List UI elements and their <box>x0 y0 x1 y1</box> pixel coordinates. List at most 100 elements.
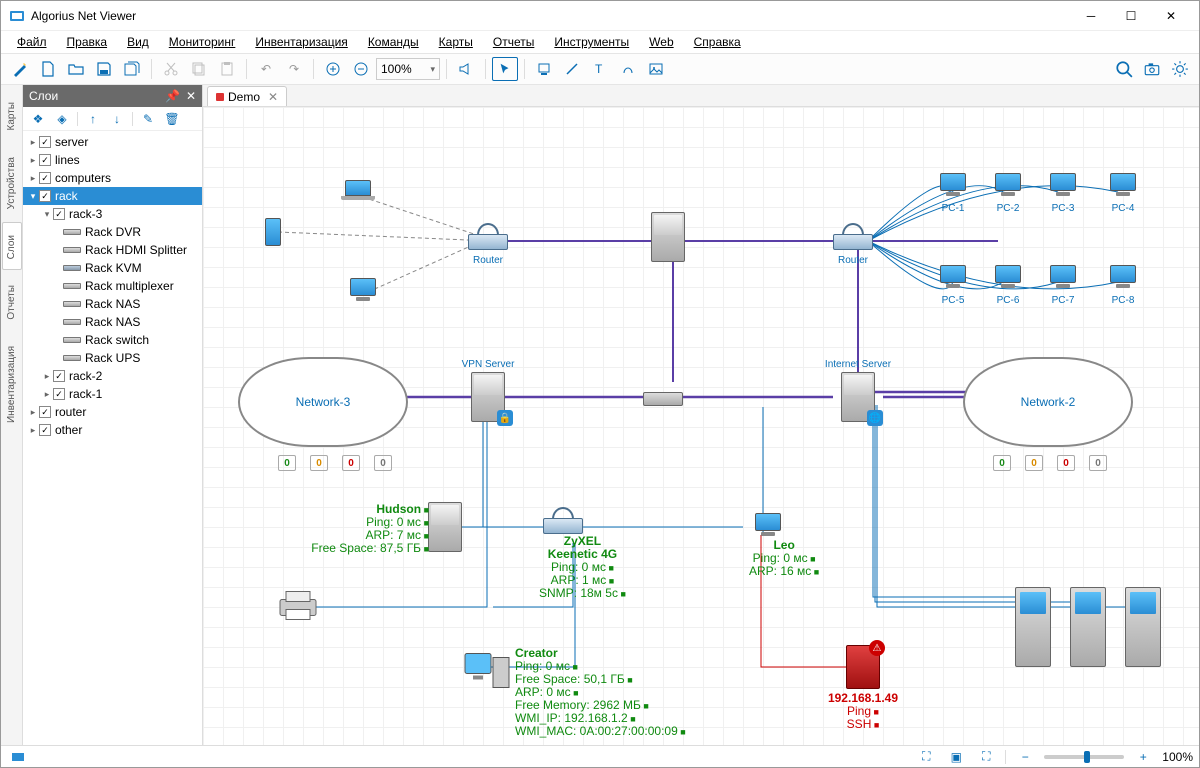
menu-commands[interactable]: Команды <box>360 33 427 51</box>
tree-node-rack3[interactable]: ▾✓rack-3 <box>23 205 202 223</box>
cut-icon[interactable] <box>158 57 184 81</box>
zoomin-icon[interactable] <box>320 57 346 81</box>
saveall-icon[interactable] <box>119 57 145 81</box>
tree-node-server[interactable]: ▸✓server <box>23 133 202 151</box>
cursor-icon[interactable] <box>492 57 518 81</box>
menu-tools[interactable]: Инструменты <box>546 33 637 51</box>
announce-icon[interactable] <box>453 57 479 81</box>
layer-tree[interactable]: ▸✓server ▸✓lines ▸✓computers ▾✓rack ▾✓ra… <box>23 131 202 745</box>
minimize-button[interactable]: ─ <box>1071 2 1111 30</box>
router2[interactable] <box>833 234 873 250</box>
rack-tower-2[interactable] <box>1070 587 1106 667</box>
image-icon[interactable] <box>643 57 669 81</box>
zyxel-router[interactable] <box>543 518 583 534</box>
network3-cloud[interactable]: Network-3 <box>238 357 408 447</box>
monitor-device[interactable] <box>347 278 379 306</box>
left-tab-inventory[interactable]: Инвентаризация <box>2 333 22 434</box>
paste-icon[interactable] <box>214 57 240 81</box>
menu-edit[interactable]: Правка <box>59 33 116 51</box>
pc-3[interactable] <box>1047 173 1079 201</box>
menu-reports[interactable]: Отчеты <box>485 33 542 51</box>
close-button[interactable]: ✕ <box>1151 2 1191 30</box>
menu-view[interactable]: Вид <box>119 33 157 51</box>
sb-full-icon[interactable]: ⛶ <box>975 748 997 766</box>
left-tab-maps[interactable]: Карты <box>2 89 22 142</box>
tree-item[interactable]: Rack NAS <box>23 295 202 313</box>
failed-server[interactable] <box>846 645 880 689</box>
sb-zoom-out-icon[interactable]: − <box>1014 748 1036 766</box>
laptop-device[interactable] <box>340 180 376 204</box>
pc-2[interactable] <box>992 173 1024 201</box>
menu-help[interactable]: Справка <box>686 33 749 51</box>
menu-web[interactable]: Web <box>641 33 681 51</box>
hudson-server[interactable] <box>428 502 462 552</box>
line-icon[interactable] <box>559 57 585 81</box>
pin-icon[interactable]: 📌 <box>165 89 180 103</box>
tree-item[interactable]: Rack multiplexer <box>23 277 202 295</box>
sb-app-icon[interactable] <box>7 748 29 766</box>
menu-inventory[interactable]: Инвентаризация <box>247 33 355 51</box>
tree-node-computers[interactable]: ▸✓computers <box>23 169 202 187</box>
zoom-combo[interactable]: 100% <box>376 58 440 80</box>
menu-maps[interactable]: Карты <box>431 33 481 51</box>
server-top-1[interactable] <box>651 212 685 262</box>
tree-node-rack2[interactable]: ▸✓rack-2 <box>23 367 202 385</box>
tree-item[interactable]: Rack DVR <box>23 223 202 241</box>
tree-item[interactable]: Rack HDMI Splitter <box>23 241 202 259</box>
save-icon[interactable] <box>91 57 117 81</box>
move-up-icon[interactable]: ↑ <box>84 110 102 128</box>
tree-node-lines[interactable]: ▸✓lines <box>23 151 202 169</box>
panel-close-icon[interactable]: ✕ <box>186 89 196 103</box>
copy-icon[interactable] <box>186 57 212 81</box>
pc-4[interactable] <box>1107 173 1139 201</box>
tree-node-rack1[interactable]: ▸✓rack-1 <box>23 385 202 403</box>
pc-8[interactable] <box>1107 265 1139 293</box>
tree-item[interactable]: Rack UPS <box>23 349 202 367</box>
router1[interactable] <box>468 234 508 250</box>
left-tab-layers[interactable]: Слои <box>2 222 22 270</box>
text-icon[interactable]: T <box>587 57 613 81</box>
delete-icon[interactable]: 🗑 <box>163 110 181 128</box>
vpn-server[interactable]: 🔒 <box>471 372 505 422</box>
snapshot-icon[interactable] <box>1139 57 1165 81</box>
pc-1[interactable] <box>937 173 969 201</box>
phone-device[interactable] <box>265 218 281 246</box>
device-icon[interactable] <box>531 57 557 81</box>
tree-item[interactable]: Rack NAS <box>23 313 202 331</box>
left-tab-reports[interactable]: Отчеты <box>2 272 22 331</box>
tree-node-rack[interactable]: ▾✓rack <box>23 187 202 205</box>
internet-server[interactable]: 🌐 <box>841 372 875 422</box>
edit-icon[interactable]: ✎ <box>139 110 157 128</box>
menu-file[interactable]: Файл <box>9 33 55 51</box>
creator-pc[interactable] <box>463 652 513 695</box>
undo-icon[interactable]: ↶ <box>253 57 279 81</box>
settings-icon[interactable] <box>1167 57 1193 81</box>
zoom-slider[interactable] <box>1044 755 1124 759</box>
left-tab-devices[interactable]: Устройства <box>2 144 22 220</box>
pc-7[interactable] <box>1047 265 1079 293</box>
redo-icon[interactable]: ↷ <box>281 57 307 81</box>
move-down-icon[interactable]: ↓ <box>108 110 126 128</box>
tree-node-other[interactable]: ▸✓other <box>23 421 202 439</box>
printer-device[interactable] <box>276 588 320 627</box>
map-canvas[interactable]: Router Router PC-1 PC-2 PC-3 PC-4 PC-5 P… <box>203 107 1199 745</box>
center-switch[interactable] <box>643 392 683 406</box>
wizard-icon[interactable] <box>7 57 33 81</box>
menu-monitoring[interactable]: Мониторинг <box>161 33 244 51</box>
tree-item[interactable]: Rack switch <box>23 331 202 349</box>
shape-icon[interactable] <box>615 57 641 81</box>
leo-pc[interactable] <box>752 513 784 541</box>
maximize-button[interactable]: ☐ <box>1111 2 1151 30</box>
sb-zoom-in-icon[interactable]: + <box>1132 748 1154 766</box>
sb-select-icon[interactable]: ⛶ <box>915 748 937 766</box>
pc-6[interactable] <box>992 265 1024 293</box>
pc-5[interactable] <box>937 265 969 293</box>
sb-fit-icon[interactable]: ▣ <box>945 748 967 766</box>
map-tab-demo[interactable]: Demo ✕ <box>207 86 287 106</box>
zoomout-icon[interactable] <box>348 57 374 81</box>
network2-cloud[interactable]: Network-2 <box>963 357 1133 447</box>
new-icon[interactable] <box>35 57 61 81</box>
open-icon[interactable] <box>63 57 89 81</box>
rack-tower-1[interactable] <box>1015 587 1051 667</box>
tab-close-icon[interactable]: ✕ <box>268 90 278 104</box>
